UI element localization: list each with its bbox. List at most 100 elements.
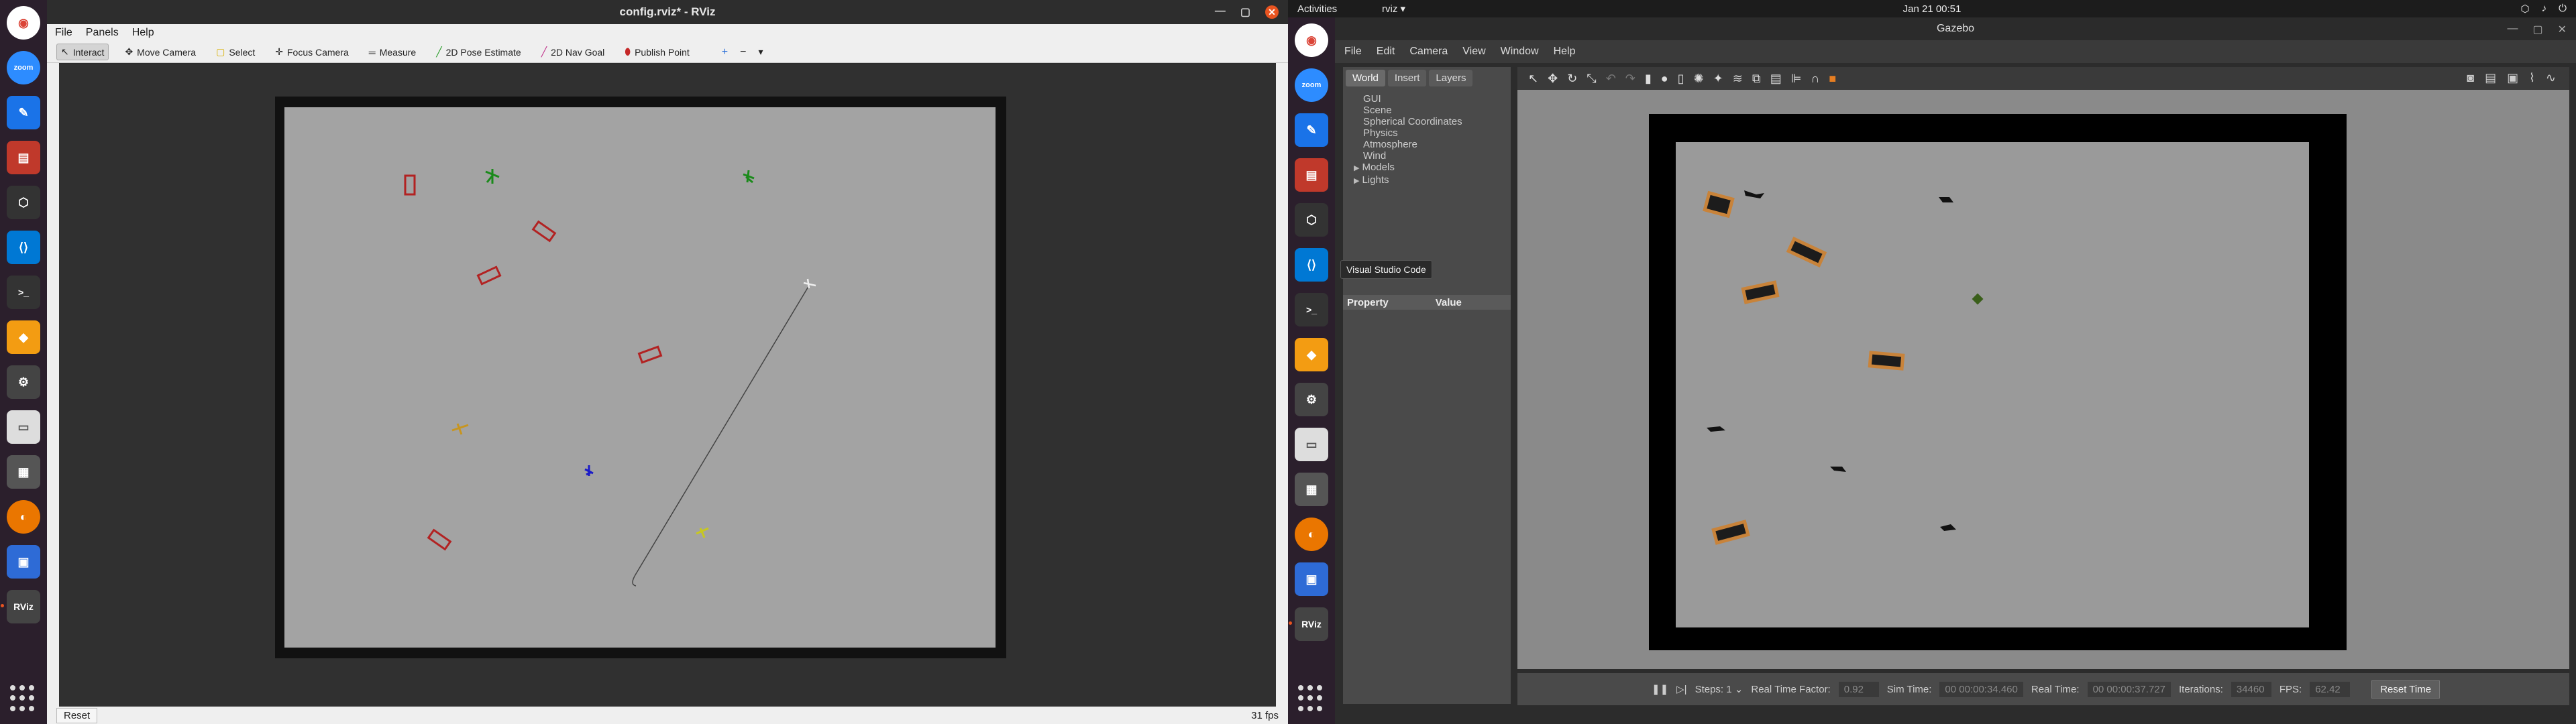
tool-move-camera[interactable]: ✥ Move Camera — [121, 44, 200, 60]
snap-icon[interactable]: ∩ — [1811, 72, 1819, 86]
network-icon[interactable]: ⬡ — [2521, 3, 2530, 15]
vscode-icon[interactable]: ⟨⟩ — [1295, 248, 1328, 282]
close-icon[interactable]: ✕ — [1265, 5, 1279, 19]
rotate-mode-icon[interactable]: ↻ — [1567, 72, 1577, 86]
monitor-icon[interactable]: ▤ — [1295, 158, 1328, 192]
minimize-icon[interactable]: — — [1215, 5, 1226, 19]
screenshot-icon[interactable]: ▣ — [1295, 562, 1328, 596]
rviz-icon[interactable]: RViz — [1289, 607, 1328, 641]
tool-options-icon[interactable]: ▾ — [758, 46, 763, 58]
right-dock-handle[interactable] — [1276, 63, 1288, 707]
zoom-icon[interactable]: zoom — [7, 51, 40, 84]
expand-arrow-icon[interactable]: ▶ — [1354, 177, 1359, 185]
orange-tool-icon[interactable]: ■ — [1829, 72, 1836, 86]
menu-edit[interactable]: Edit — [1377, 46, 1395, 58]
terminal-icon[interactable]: >_ — [1295, 293, 1328, 326]
robot-icon[interactable]: ⚙ — [1295, 383, 1328, 416]
menu-help[interactable]: Help — [1554, 46, 1576, 58]
paste-icon[interactable]: ▤ — [1770, 72, 1782, 86]
tool-2d-pose-estimate[interactable]: ╱ 2D Pose Estimate — [432, 44, 525, 60]
menu-panels[interactable]: Panels — [86, 27, 119, 39]
tool-measure[interactable]: ═ Measure — [365, 45, 420, 60]
steps-control[interactable]: Steps: 1 ⌄ — [1695, 683, 1743, 695]
files-icon[interactable]: ▭ — [7, 410, 40, 444]
activities-button[interactable]: Activities — [1297, 3, 1337, 15]
blender-icon[interactable]: ◐ — [1295, 518, 1328, 551]
menu-file[interactable]: File — [1344, 46, 1362, 58]
app-menu[interactable]: rviz ▾ — [1382, 3, 1405, 15]
robot-icon[interactable]: ⚙ — [7, 365, 40, 399]
undo-icon[interactable]: ↶ — [1606, 72, 1616, 86]
menu-file[interactable]: File — [55, 27, 72, 39]
volume-icon[interactable]: ♪ — [2542, 3, 2547, 15]
expand-arrow-icon[interactable]: ▶ — [1354, 164, 1359, 172]
tree-item-wind[interactable]: Wind — [1359, 150, 1495, 162]
terminal-icon[interactable]: >_ — [7, 276, 40, 309]
tool-publish-point[interactable]: ⬮ Publish Point — [621, 44, 694, 60]
rviz-scene[interactable] — [59, 64, 1276, 707]
menu-view[interactable]: View — [1462, 46, 1485, 58]
show-apps-button[interactable] — [1298, 685, 1325, 712]
layers-icon[interactable]: ◆ — [1295, 338, 1328, 371]
tree-item-gui[interactable]: GUI — [1359, 93, 1495, 105]
video-icon[interactable]: ▦ — [1295, 473, 1328, 506]
minimize-icon[interactable]: — — [2507, 23, 2518, 36]
box-shape-icon[interactable]: ▮ — [1645, 72, 1652, 86]
tree-item-scene[interactable]: Scene — [1359, 105, 1495, 116]
reset-time-button[interactable]: Reset Time — [2371, 680, 2440, 699]
tab-layers[interactable]: Layers — [1429, 70, 1473, 86]
point-light-icon[interactable]: ✺ — [1694, 72, 1704, 86]
tree-item-lights[interactable]: ▶ Lights — [1354, 174, 1495, 187]
tool-focus-camera[interactable]: ✛ Focus Camera — [271, 44, 353, 60]
directional-light-icon[interactable]: ≋ — [1733, 72, 1743, 86]
rviz-3d-view[interactable] — [59, 64, 1276, 707]
translate-mode-icon[interactable]: ✥ — [1548, 72, 1558, 86]
clock[interactable]: Jan 21 00:51 — [1903, 3, 1962, 15]
unity-icon[interactable]: ⬡ — [1295, 203, 1328, 237]
left-dock-handle[interactable] — [47, 63, 59, 707]
close-icon[interactable]: ✕ — [2558, 23, 2567, 36]
menu-camera[interactable]: Camera — [1409, 46, 1448, 58]
sphere-shape-icon[interactable]: ● — [1661, 72, 1668, 86]
remove-tool-icon[interactable]: − — [740, 46, 746, 58]
tool-2d-nav-goal[interactable]: ╱ 2D Nav Goal — [537, 44, 609, 60]
scale-mode-icon[interactable]: ⤡ — [1587, 72, 1596, 86]
vscode-icon[interactable]: ⟨⟩ — [7, 231, 40, 264]
cylinder-shape-icon[interactable]: ▯ — [1678, 72, 1684, 86]
blender-icon[interactable]: ◐ — [7, 500, 40, 534]
zoom-icon[interactable]: zoom — [1295, 68, 1328, 102]
tool-interact[interactable]: ↖ Interact — [56, 44, 109, 60]
tree-item-physics[interactable]: Physics — [1359, 127, 1495, 139]
copy-icon[interactable]: ⧉ — [1752, 72, 1761, 86]
graph-icon[interactable]: ∿ — [2546, 71, 2556, 85]
chrome-icon[interactable]: ◉ — [7, 6, 40, 40]
maximize-icon[interactable]: ▢ — [1240, 5, 1250, 19]
gazebo-scene[interactable] — [1517, 90, 2569, 669]
step-icon[interactable]: ▷| — [1676, 683, 1686, 695]
plot-icon[interactable]: ⌇ — [2529, 71, 2535, 85]
menu-window[interactable]: Window — [1501, 46, 1539, 58]
pause-icon[interactable]: ❚❚ — [1652, 683, 1668, 695]
redo-icon[interactable]: ↷ — [1625, 72, 1635, 86]
tab-insert[interactable]: Insert — [1387, 70, 1427, 86]
add-tool-icon[interactable]: + — [722, 46, 728, 58]
log-icon[interactable]: ▤ — [2485, 71, 2496, 85]
tree-item-spherical-coordinates[interactable]: Spherical Coordinates — [1359, 116, 1495, 127]
video-icon[interactable]: ▦ — [7, 455, 40, 489]
screenshot-icon[interactable]: ▣ — [7, 545, 40, 579]
unity-icon[interactable]: ⬡ — [7, 186, 40, 219]
show-apps-button[interactable] — [10, 685, 37, 712]
chrome-icon[interactable]: ◉ — [1295, 23, 1328, 57]
tree-item-models[interactable]: ▶ Models — [1354, 162, 1495, 174]
align-icon[interactable]: ⊫ — [1791, 72, 1802, 86]
record-icon[interactable]: ▣ — [2507, 71, 2518, 85]
power-icon[interactable]: ⏻ — [2559, 3, 2567, 15]
maximize-icon[interactable]: ▢ — [2532, 23, 2542, 36]
tab-world[interactable]: World — [1346, 70, 1385, 86]
screenshot-icon[interactable]: ◙ — [2467, 71, 2474, 85]
tree-item-atmosphere[interactable]: Atmosphere — [1359, 139, 1495, 150]
reset-button[interactable]: Reset — [56, 707, 98, 723]
rviz-icon[interactable]: RViz — [1, 590, 40, 623]
monitor-icon[interactable]: ▤ — [7, 141, 40, 174]
spot-light-icon[interactable]: ✦ — [1713, 72, 1723, 86]
